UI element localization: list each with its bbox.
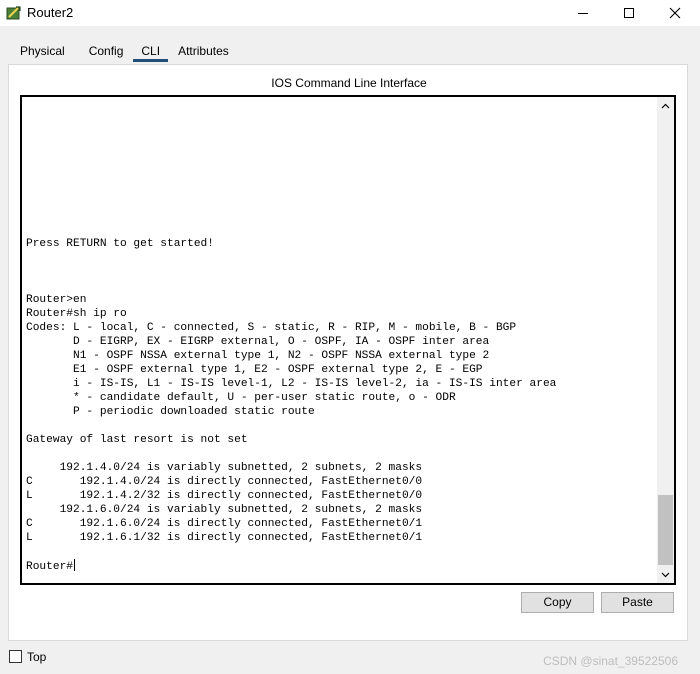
minimize-icon (578, 13, 588, 14)
title-bar: Router2 (0, 0, 700, 26)
top-checkbox[interactable] (9, 650, 22, 663)
terminal-line: 192.1.4.0/24 is variably subnetted, 2 su… (26, 462, 423, 474)
terminal-line: 192.1.6.0/24 is variably subnetted, 2 su… (26, 504, 423, 516)
terminal-output: Press RETURN to get started! Router>en Rou… (26, 97, 656, 583)
terminal-line: P - periodic downloaded static route (26, 406, 315, 418)
terminal-line: C 192.1.4.0/24 is directly connected, Fa… (26, 476, 423, 488)
terminal-line: Router#sh ip ro (26, 308, 127, 320)
terminal-scrollbar[interactable] (657, 97, 674, 583)
cli-panel-title: IOS Command Line Interface (271, 76, 427, 90)
copy-button[interactable]: Copy (521, 592, 594, 613)
scroll-up-arrow[interactable] (657, 97, 674, 114)
terminal-line: i - IS-IS, L1 - IS-IS level-1, L2 - IS-I… (26, 378, 557, 390)
top-checkbox-label: Top (27, 650, 47, 664)
scroll-thumb[interactable] (658, 495, 673, 565)
router-app-icon (6, 6, 21, 20)
chevron-up-icon (661, 103, 670, 108)
paste-button[interactable]: Paste (601, 592, 674, 613)
window-title: Router2 (27, 5, 74, 20)
tab-cli[interactable]: CLI (133, 41, 169, 63)
chevron-down-icon (661, 572, 670, 577)
maximize-icon (624, 8, 634, 18)
scroll-down-arrow[interactable] (657, 566, 674, 583)
terminal-prompt: Router# (26, 561, 73, 573)
tab-attributes[interactable]: Attributes (170, 41, 237, 63)
text-cursor (74, 559, 75, 571)
watermark: CSDN @sinat_39522506 (543, 654, 678, 668)
minimize-button[interactable] (560, 0, 606, 26)
tab-physical[interactable]: Physical (12, 41, 73, 63)
tab-config[interactable]: Config (81, 41, 132, 63)
terminal-line: Gateway of last resort is not set (26, 434, 248, 446)
terminal-line: Press RETURN to get started! (26, 238, 214, 250)
tab-bar: Physical Config CLI Attributes (12, 41, 237, 65)
terminal-line: L 192.1.4.2/32 is directly connected, Fa… (26, 490, 423, 502)
terminal-line: Codes: L - local, C - connected, S - sta… (26, 322, 517, 334)
active-tab-indicator (133, 59, 169, 62)
terminal-line: C 192.1.6.0/24 is directly connected, Fa… (26, 518, 423, 530)
maximize-button[interactable] (606, 0, 652, 26)
close-button[interactable] (652, 0, 698, 26)
terminal-line: N1 - OSPF NSSA external type 1, N2 - OSP… (26, 350, 490, 362)
terminal-prompt-line[interactable]: Router# (26, 559, 656, 573)
terminal-line: * - candidate default, U - per-user stat… (26, 392, 456, 404)
close-icon (669, 7, 681, 19)
terminal-line: L 192.1.6.1/32 is directly connected, Fa… (26, 532, 423, 544)
terminal-line: D - EIGRP, EX - EIGRP external, O - OSPF… (26, 336, 490, 348)
terminal-line: Router>en (26, 294, 87, 306)
cli-terminal[interactable]: Press RETURN to get started! Router>en Rou… (20, 95, 676, 585)
terminal-line: E1 - OSPF external type 1, E2 - OSPF ext… (26, 364, 483, 376)
